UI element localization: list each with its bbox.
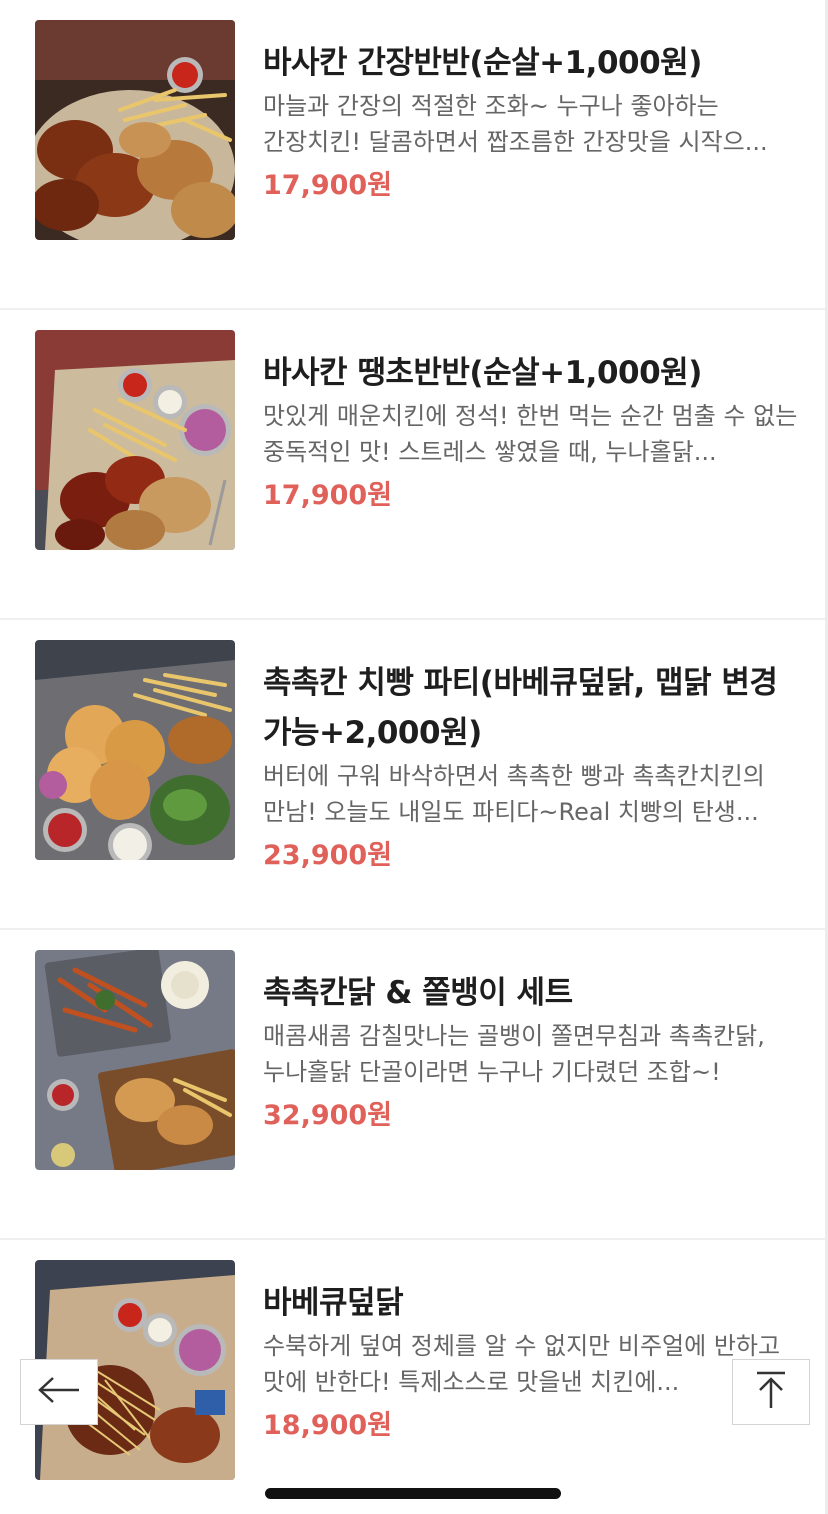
back-button[interactable] [20,1359,98,1425]
menu-item-price: 17,900원 [263,170,393,201]
menu-page: 바사칸 간장반반(순살+1,000원) 마늘과 간장의 적절한 조화~ 누구나 … [0,0,828,1514]
menu-item[interactable]: 촉촉칸닭 & 쫄뱅이 세트 매콤새콤 감칠맛나는 골뱅이 쫄면무침과 촉촉칸닭,… [0,930,825,1240]
menu-item-photo [35,640,235,860]
menu-item-price: 17,900원 [263,480,393,511]
arrow-left-icon [37,1375,81,1409]
arrow-up-to-top-icon [754,1370,788,1414]
menu-item-description: 맛있게 매운치킨에 정석! 한번 먹는 순간 멈출 수 없는 중독적인 맛! 스… [263,402,798,466]
menu-item-photo [35,330,235,550]
menu-item-description: 수북하게 덮여 정체를 알 수 없지만 비주얼에 반하고 맛에 반한다! 특제소… [263,1332,781,1396]
menu-item-name: 바사칸 땡초반반(순살+1,000원) [263,355,702,391]
menu-item-description: 마늘과 간장의 적절한 조화~ 누구나 좋아하는 간장치킨! 달콤하면서 짭조름… [263,92,768,156]
menu-item-name: 촉촉칸닭 & 쫄뱅이 세트 [263,975,573,1011]
menu-item[interactable]: 바사칸 땡초반반(순살+1,000원) 맛있게 매운치킨에 정석! 한번 먹는 … [0,310,825,620]
menu-item[interactable]: 바베큐덮닭 수북하게 덮여 정체를 알 수 없지만 비주얼에 반하고 맛에 반한… [0,1240,825,1514]
scroll-to-top-button[interactable] [732,1359,810,1425]
menu-item-photo [35,950,235,1170]
home-indicator[interactable] [265,1488,561,1499]
menu-item-name: 촉촉칸 치빵 파티(바베큐덮닭, 맵닭 변경 가능+2,000원) [263,665,778,751]
menu-item-name: 바베큐덮닭 [263,1285,404,1321]
menu-item-price: 23,900원 [263,840,393,871]
menu-item-name: 바사칸 간장반반(순살+1,000원) [263,45,702,81]
menu-item-description: 버터에 구워 바삭하면서 촉촉한 빵과 촉촉칸치킨의 만남! 오늘도 내일도 파… [263,762,765,826]
menu-item[interactable]: 바사칸 간장반반(순살+1,000원) 마늘과 간장의 적절한 조화~ 누구나 … [0,0,825,310]
menu-item-price: 18,900원 [263,1410,393,1441]
menu-item-price: 32,900원 [263,1100,393,1131]
menu-item[interactable]: 촉촉칸 치빵 파티(바베큐덮닭, 맵닭 변경 가능+2,000원) 버터에 구워… [0,620,825,930]
menu-item-photo [35,20,235,240]
menu-item-description: 매콤새콤 감칠맛나는 골뱅이 쫄면무침과 촉촉칸닭, 누나홀닭 단골이라면 누구… [263,1022,765,1086]
